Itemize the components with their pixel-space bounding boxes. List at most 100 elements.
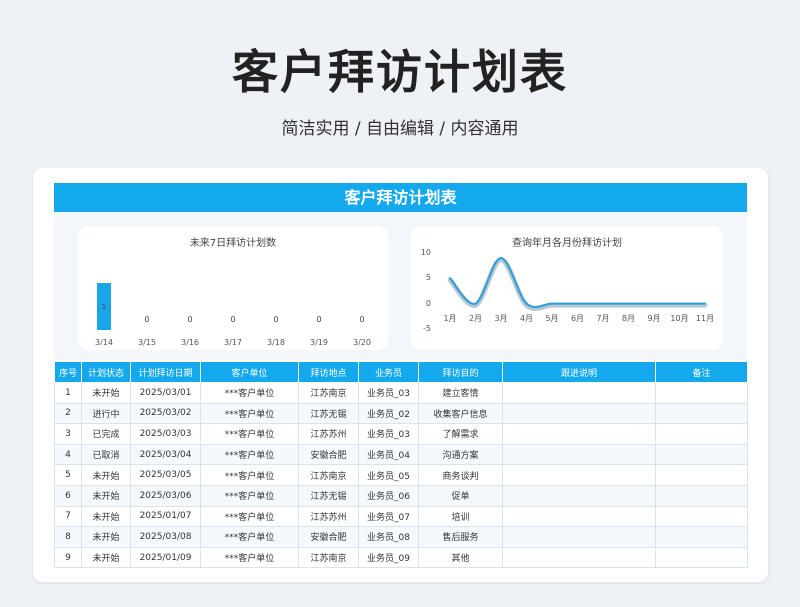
table-cell[interactable]: 2025/03/04 <box>130 443 201 466</box>
table-cell[interactable] <box>502 423 656 445</box>
table-cell[interactable]: ***客户单位 <box>200 464 299 486</box>
table-cell[interactable]: 3 <box>54 423 82 445</box>
table-row[interactable]: 3 已完成 2025/03/03 ***客户单位 江苏苏州 业务员_03 了解需求 <box>54 423 748 445</box>
table-cell[interactable] <box>502 526 656 548</box>
table-cell[interactable]: 业务员_03 <box>358 382 419 404</box>
table-cell[interactable]: ***客户单位 <box>200 382 299 404</box>
table-cell[interactable]: 未开始 <box>81 464 131 486</box>
table-cell[interactable]: ***客户单位 <box>200 402 299 425</box>
table-cell[interactable]: 2025/03/03 <box>130 423 201 445</box>
table-row[interactable]: 2 进行中 2025/03/02 ***客户单位 江苏无锡 业务员_02 收集客户信息 <box>54 402 748 425</box>
table-cell[interactable]: ***客户单位 <box>200 505 299 528</box>
table-cell[interactable]: 未开始 <box>81 546 131 569</box>
table-cell[interactable]: 商务谈判 <box>418 464 503 486</box>
table-cell[interactable]: 5 <box>54 464 82 486</box>
table-cell[interactable]: 收集客户信息 <box>418 402 503 425</box>
column-header[interactable]: 计划拜访日期 <box>130 361 201 383</box>
table-cell[interactable] <box>655 464 748 486</box>
table-cell[interactable]: 2 <box>54 402 82 425</box>
column-header[interactable]: 序号 <box>54 361 82 383</box>
table-cell[interactable]: ***客户单位 <box>200 443 299 466</box>
table-row[interactable]: 1 未开始 2025/03/01 ***客户单位 江苏南京 业务员_03 建立客情 <box>54 382 748 404</box>
table-cell[interactable]: 促单 <box>418 484 503 507</box>
table-cell[interactable]: ***客户单位 <box>200 484 299 507</box>
table-cell[interactable]: 江苏南京 <box>298 464 359 486</box>
column-header[interactable]: 业务员 <box>358 361 419 383</box>
table-cell[interactable]: 已取消 <box>81 443 131 466</box>
table-cell[interactable] <box>655 484 748 507</box>
table-cell[interactable]: 已完成 <box>81 423 131 445</box>
table-cell[interactable] <box>655 402 748 425</box>
table-cell[interactable]: 了解需求 <box>418 423 503 445</box>
column-header[interactable]: 备注 <box>655 361 748 383</box>
column-header[interactable]: 拜访地点 <box>298 361 359 383</box>
table-cell[interactable]: 其他 <box>418 546 503 569</box>
table-row[interactable]: 6 未开始 2025/03/06 ***客户单位 江苏无锡 业务员_06 促单 <box>54 484 748 507</box>
table-cell[interactable]: 江苏苏州 <box>298 505 359 528</box>
table-cell[interactable]: 业务员_07 <box>358 505 419 528</box>
table-cell[interactable]: 2025/03/05 <box>130 464 201 486</box>
table-cell[interactable]: 沟通方案 <box>418 443 503 466</box>
table-cell[interactable]: 未开始 <box>81 505 131 528</box>
table-cell[interactable] <box>655 526 748 548</box>
table-cell[interactable]: 售后服务 <box>418 526 503 548</box>
table-cell[interactable]: 江苏南京 <box>298 546 359 569</box>
table-cell[interactable]: 业务员_02 <box>358 402 419 425</box>
table-row[interactable]: 9 未开始 2025/01/09 ***客户单位 江苏南京 业务员_09 其他 <box>54 546 748 569</box>
table-cell[interactable] <box>655 443 748 466</box>
table-cell[interactable]: 2025/01/09 <box>130 546 201 569</box>
table-cell[interactable]: 江苏苏州 <box>298 423 359 445</box>
table-cell[interactable] <box>502 443 656 466</box>
table-cell[interactable] <box>502 484 656 507</box>
table-cell[interactable] <box>502 464 656 486</box>
table-row[interactable]: 4 已取消 2025/03/04 ***客户单位 安徽合肥 业务员_04 沟通方案 <box>54 443 748 466</box>
table-cell[interactable] <box>655 505 748 528</box>
table-cell[interactable] <box>502 402 656 425</box>
column-header[interactable]: 计划状态 <box>81 361 131 383</box>
table-cell[interactable]: 未开始 <box>81 526 131 548</box>
table-cell[interactable]: ***客户单位 <box>200 546 299 569</box>
bar-value-label: 0 <box>359 315 365 324</box>
table-cell[interactable]: 6 <box>54 484 82 507</box>
table-cell[interactable]: 7 <box>54 505 82 528</box>
table-cell[interactable]: ***客户单位 <box>200 526 299 548</box>
table-row[interactable]: 8 未开始 2025/03/08 ***客户单位 安徽合肥 业务员_08 售后服务 <box>54 526 748 548</box>
table-cell[interactable]: 江苏无锡 <box>298 484 359 507</box>
table-cell[interactable]: 2025/03/01 <box>130 382 201 404</box>
table-cell[interactable]: 业务员_09 <box>358 546 419 569</box>
table-row[interactable]: 7 未开始 2025/01/07 ***客户单位 江苏苏州 业务员_07 培训 <box>54 505 748 528</box>
table-cell[interactable]: 安徽合肥 <box>298 443 359 466</box>
table-cell[interactable]: 业务员_08 <box>358 526 419 548</box>
table-cell[interactable]: 建立客情 <box>418 382 503 404</box>
table-cell[interactable]: 8 <box>54 526 82 548</box>
table-cell[interactable]: 4 <box>54 443 82 466</box>
table-cell[interactable]: 江苏南京 <box>298 382 359 404</box>
table-cell[interactable] <box>655 423 748 445</box>
table-cell[interactable]: 业务员_06 <box>358 484 419 507</box>
table-cell[interactable]: 2025/03/08 <box>130 526 201 548</box>
table-cell[interactable]: 未开始 <box>81 484 131 507</box>
table-cell[interactable]: 业务员_05 <box>358 464 419 486</box>
table-cell[interactable]: 2025/03/06 <box>130 484 201 507</box>
table-cell[interactable]: 未开始 <box>81 382 131 404</box>
table-cell[interactable]: 9 <box>54 546 82 569</box>
column-header[interactable]: 拜访目的 <box>418 361 503 383</box>
table-cell[interactable] <box>502 505 656 528</box>
table-cell[interactable]: 1 <box>54 382 82 404</box>
table-cell[interactable] <box>502 546 656 569</box>
column-header[interactable]: 跟进说明 <box>502 361 656 383</box>
table-cell[interactable]: 培训 <box>418 505 503 528</box>
table-cell[interactable] <box>502 382 656 404</box>
table-cell[interactable]: 2025/03/02 <box>130 402 201 425</box>
table-cell[interactable]: 业务员_04 <box>358 443 419 466</box>
table-cell[interactable]: ***客户单位 <box>200 423 299 445</box>
table-row[interactable]: 5 未开始 2025/03/05 ***客户单位 江苏南京 业务员_05 商务谈判 <box>54 464 748 486</box>
table-cell[interactable]: 2025/01/07 <box>130 505 201 528</box>
table-cell[interactable] <box>655 382 748 404</box>
table-cell[interactable]: 江苏无锡 <box>298 402 359 425</box>
table-cell[interactable]: 业务员_03 <box>358 423 419 445</box>
table-cell[interactable] <box>655 546 748 569</box>
column-header[interactable]: 客户单位 <box>200 361 299 383</box>
table-cell[interactable]: 进行中 <box>81 402 131 425</box>
table-cell[interactable]: 安徽合肥 <box>298 526 359 548</box>
